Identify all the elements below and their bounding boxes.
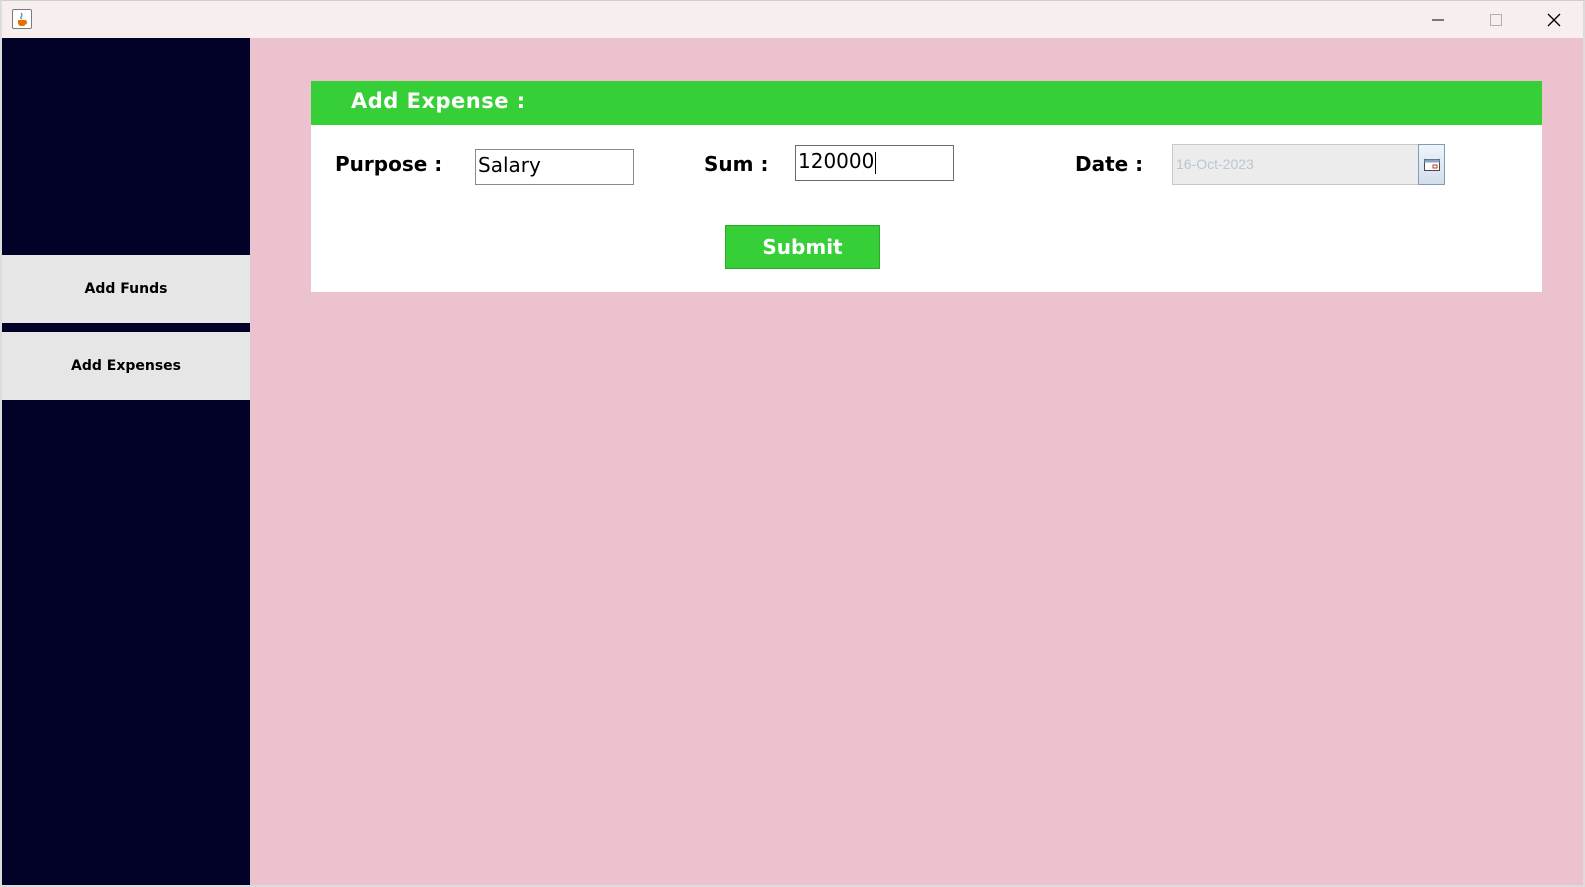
add-expense-panel: Add Expense : Purpose : Salary Sum : 120… — [311, 81, 1542, 292]
close-icon — [1547, 13, 1561, 26]
panel-header: Add Expense : — [311, 81, 1542, 125]
date-field[interactable]: 16-Oct-2023 — [1172, 144, 1419, 185]
main-content: Add Expense : Purpose : Salary Sum : 120… — [250, 38, 1583, 885]
minimize-icon — [1432, 19, 1444, 20]
date-label: Date : — [1075, 152, 1144, 176]
add-expenses-label: Add Expenses — [71, 358, 181, 374]
purpose-input[interactable]: Salary — [475, 149, 634, 185]
app-window: Add Funds Add Expenses Add Expense : Pur… — [0, 0, 1585, 887]
sum-label: Sum : — [704, 152, 769, 176]
date-picker-button[interactable] — [1418, 144, 1445, 185]
add-expenses-button[interactable]: Add Expenses — [2, 332, 250, 400]
maximize-icon — [1490, 13, 1502, 26]
text-caret — [875, 151, 877, 174]
submit-label: Submit — [762, 235, 843, 259]
title-bar[interactable] — [2, 1, 1583, 38]
purpose-value: Salary — [478, 153, 541, 177]
panel-title: Add Expense : — [351, 89, 526, 113]
sidebar: Add Funds Add Expenses — [2, 38, 250, 885]
add-funds-label: Add Funds — [84, 281, 168, 297]
sum-input[interactable]: 120000 — [795, 145, 954, 181]
add-funds-button[interactable]: Add Funds — [2, 255, 250, 323]
minimize-button[interactable] — [1409, 1, 1467, 38]
java-coffee-icon — [12, 9, 32, 29]
purpose-label: Purpose : — [335, 152, 443, 176]
sum-value: 120000 — [798, 149, 875, 173]
date-value: 16-Oct-2023 — [1176, 156, 1254, 172]
calendar-icon — [1423, 158, 1440, 171]
maximize-button[interactable] — [1467, 1, 1525, 38]
submit-button[interactable]: Submit — [725, 225, 880, 269]
close-button[interactable] — [1525, 1, 1583, 38]
